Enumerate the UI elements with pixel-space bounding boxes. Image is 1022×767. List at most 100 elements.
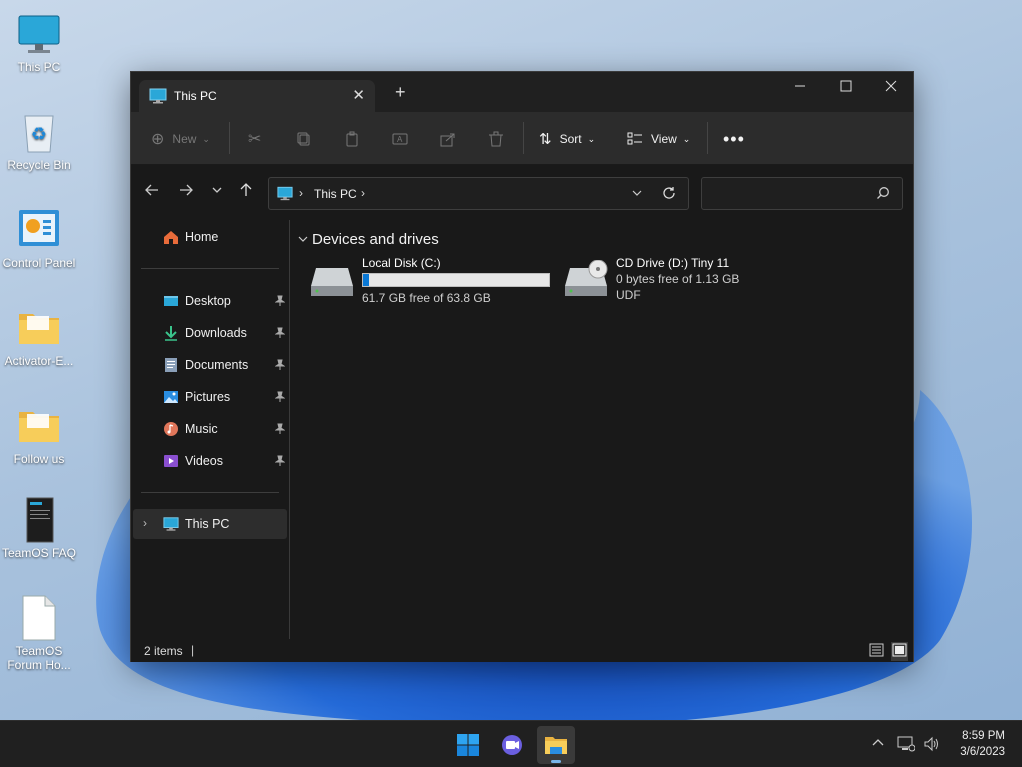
desktop-icon-activator-folder[interactable]: Activator-E... — [0, 304, 78, 368]
desktop-icon-control-panel[interactable]: Control Panel — [0, 206, 78, 270]
folder-icon — [15, 402, 63, 450]
recent-locations-button[interactable] — [211, 183, 223, 200]
sidebar-item-music[interactable]: Music — [133, 414, 287, 444]
command-bar: ⊕ New ⌄ ✂ A ⇅ Sort ⌄ View ⌄ ••• — [131, 112, 913, 165]
cut-icon: ✂ — [248, 131, 262, 148]
paste-button[interactable] — [344, 126, 360, 152]
desktop-icon-recycle-bin[interactable]: ♻ Recycle Bin — [0, 108, 78, 172]
cd-drive-icon — [565, 260, 608, 296]
refresh-icon — [663, 187, 675, 199]
breadcrumb-this-pc[interactable]: This PC — [314, 187, 357, 201]
drive-d[interactable]: CD Drive (D:) Tiny 11 0 bytes free of 1.… — [564, 256, 764, 304]
rename-button[interactable]: A — [392, 126, 408, 152]
chevron-down-icon — [632, 190, 642, 196]
chevron-up-icon — [872, 739, 884, 746]
desktop-icon-follow-us-folder[interactable]: Follow us — [0, 402, 78, 466]
cut-button[interactable]: ✂ — [248, 126, 261, 152]
pin-icon — [275, 455, 285, 466]
clock-date: 3/6/2023 — [960, 746, 1005, 758]
delete-button[interactable] — [488, 126, 504, 152]
copy-button[interactable] — [296, 126, 312, 152]
title-bar: This PC ✕ + — [131, 72, 913, 112]
documents-icon — [165, 358, 177, 372]
sidebar-item-downloads[interactable]: Downloads — [133, 318, 287, 348]
file-explorer-icon — [545, 737, 567, 754]
tiles-view-icon — [892, 643, 907, 657]
file-explorer-window: This PC ✕ + ⊕ New ⌄ ✂ A ⇅ Sort ⌄ View ⌄ … — [130, 71, 914, 662]
desktop-icon-teamos-faq[interactable]: TeamOS FAQ — [0, 496, 78, 560]
desktop-folder-icon — [164, 296, 178, 306]
start-button[interactable] — [449, 726, 487, 764]
sort-button[interactable]: ⇅ Sort ⌄ — [539, 126, 595, 152]
sidebar-divider — [141, 492, 279, 493]
control-panel-icon — [15, 206, 63, 254]
sidebar-item-videos[interactable]: Videos — [133, 446, 287, 476]
sidebar-item-this-pc[interactable]: › This PC — [133, 509, 287, 539]
see-more-button[interactable]: ••• — [723, 126, 745, 152]
arrow-left-icon — [145, 184, 158, 196]
group-header-devices-and-drives[interactable]: Devices and drives — [312, 231, 439, 248]
close-window-button[interactable] — [868, 72, 914, 102]
pin-icon — [275, 359, 285, 370]
refresh-button[interactable] — [662, 186, 676, 203]
chat-button[interactable] — [493, 726, 531, 764]
arrow-up-icon — [240, 183, 252, 196]
file-explorer-taskbar-button[interactable] — [537, 726, 575, 764]
share-button[interactable] — [440, 126, 456, 152]
chevron-right-icon[interactable]: › — [143, 516, 147, 530]
address-row: › This PC › — [131, 165, 913, 220]
drive-c[interactable]: Local Disk (C:) 61.7 GB free of 63.8 GB — [310, 256, 555, 305]
search-icon — [876, 186, 890, 203]
sidebar-item-home[interactable]: Home — [133, 222, 287, 252]
sidebar-item-documents[interactable]: Documents — [133, 350, 287, 380]
address-bar[interactable]: › This PC › — [268, 177, 689, 210]
sidebar-divider — [141, 268, 279, 269]
close-tab-icon[interactable]: ✕ — [352, 86, 365, 104]
new-button[interactable]: ⊕ New ⌄ — [151, 126, 210, 152]
address-history-button[interactable] — [631, 186, 643, 203]
monitor-icon — [149, 88, 167, 107]
tab-this-pc[interactable]: This PC ✕ — [139, 80, 375, 112]
taskbar: 8:59 PM 3/6/2023 — [0, 720, 1022, 767]
forward-button[interactable] — [179, 183, 193, 200]
desktop-icon-teamos-forum[interactable]: TeamOS Forum Ho... — [0, 594, 78, 672]
chevron-right-icon: › — [299, 186, 303, 200]
drive-usage-fill — [363, 274, 370, 286]
more-icon: ••• — [723, 128, 745, 149]
download-icon — [165, 326, 177, 341]
chevron-down-icon[interactable] — [298, 233, 308, 247]
new-tab-button[interactable]: + — [395, 83, 406, 101]
content-pane: Devices and drives Local Disk (C:) 61.7 … — [290, 220, 914, 639]
volume-icon[interactable] — [923, 736, 941, 755]
sidebar-item-pictures[interactable]: Pictures — [133, 382, 287, 412]
view-button[interactable]: View ⌄ — [627, 126, 690, 152]
sidebar-item-desktop[interactable]: Desktop — [133, 286, 287, 316]
details-view-button[interactable] — [869, 643, 884, 660]
pin-icon — [275, 423, 285, 434]
details-view-icon — [869, 643, 884, 657]
videos-icon — [164, 455, 178, 467]
up-button[interactable] — [239, 183, 253, 200]
delete-icon — [489, 131, 503, 147]
blank-file-icon — [15, 594, 63, 642]
toolbar-divider — [707, 122, 708, 154]
network-icon[interactable] — [897, 736, 916, 755]
toolbar-divider — [229, 122, 230, 154]
minimize-button[interactable] — [777, 72, 823, 102]
svg-text:A: A — [397, 135, 403, 144]
chat-icon — [502, 735, 522, 755]
tiles-view-button[interactable] — [891, 642, 908, 661]
show-hidden-icons-button[interactable] — [871, 736, 885, 753]
system-clock[interactable]: 8:59 PM 3/6/2023 — [960, 728, 1005, 760]
document-thumbnail-icon — [15, 496, 63, 544]
desktop-icon-this-pc[interactable]: This PC — [0, 10, 78, 74]
back-button[interactable] — [145, 183, 159, 200]
pictures-icon — [164, 391, 178, 403]
status-bar: 2 items | — [131, 639, 913, 662]
chevron-down-icon: ⌄ — [202, 133, 210, 144]
chevron-down-icon — [212, 187, 222, 193]
add-icon: ⊕ — [151, 131, 165, 148]
maximize-button[interactable] — [823, 72, 869, 102]
svg-text:♻: ♻ — [31, 124, 47, 144]
search-input[interactable] — [701, 177, 903, 210]
